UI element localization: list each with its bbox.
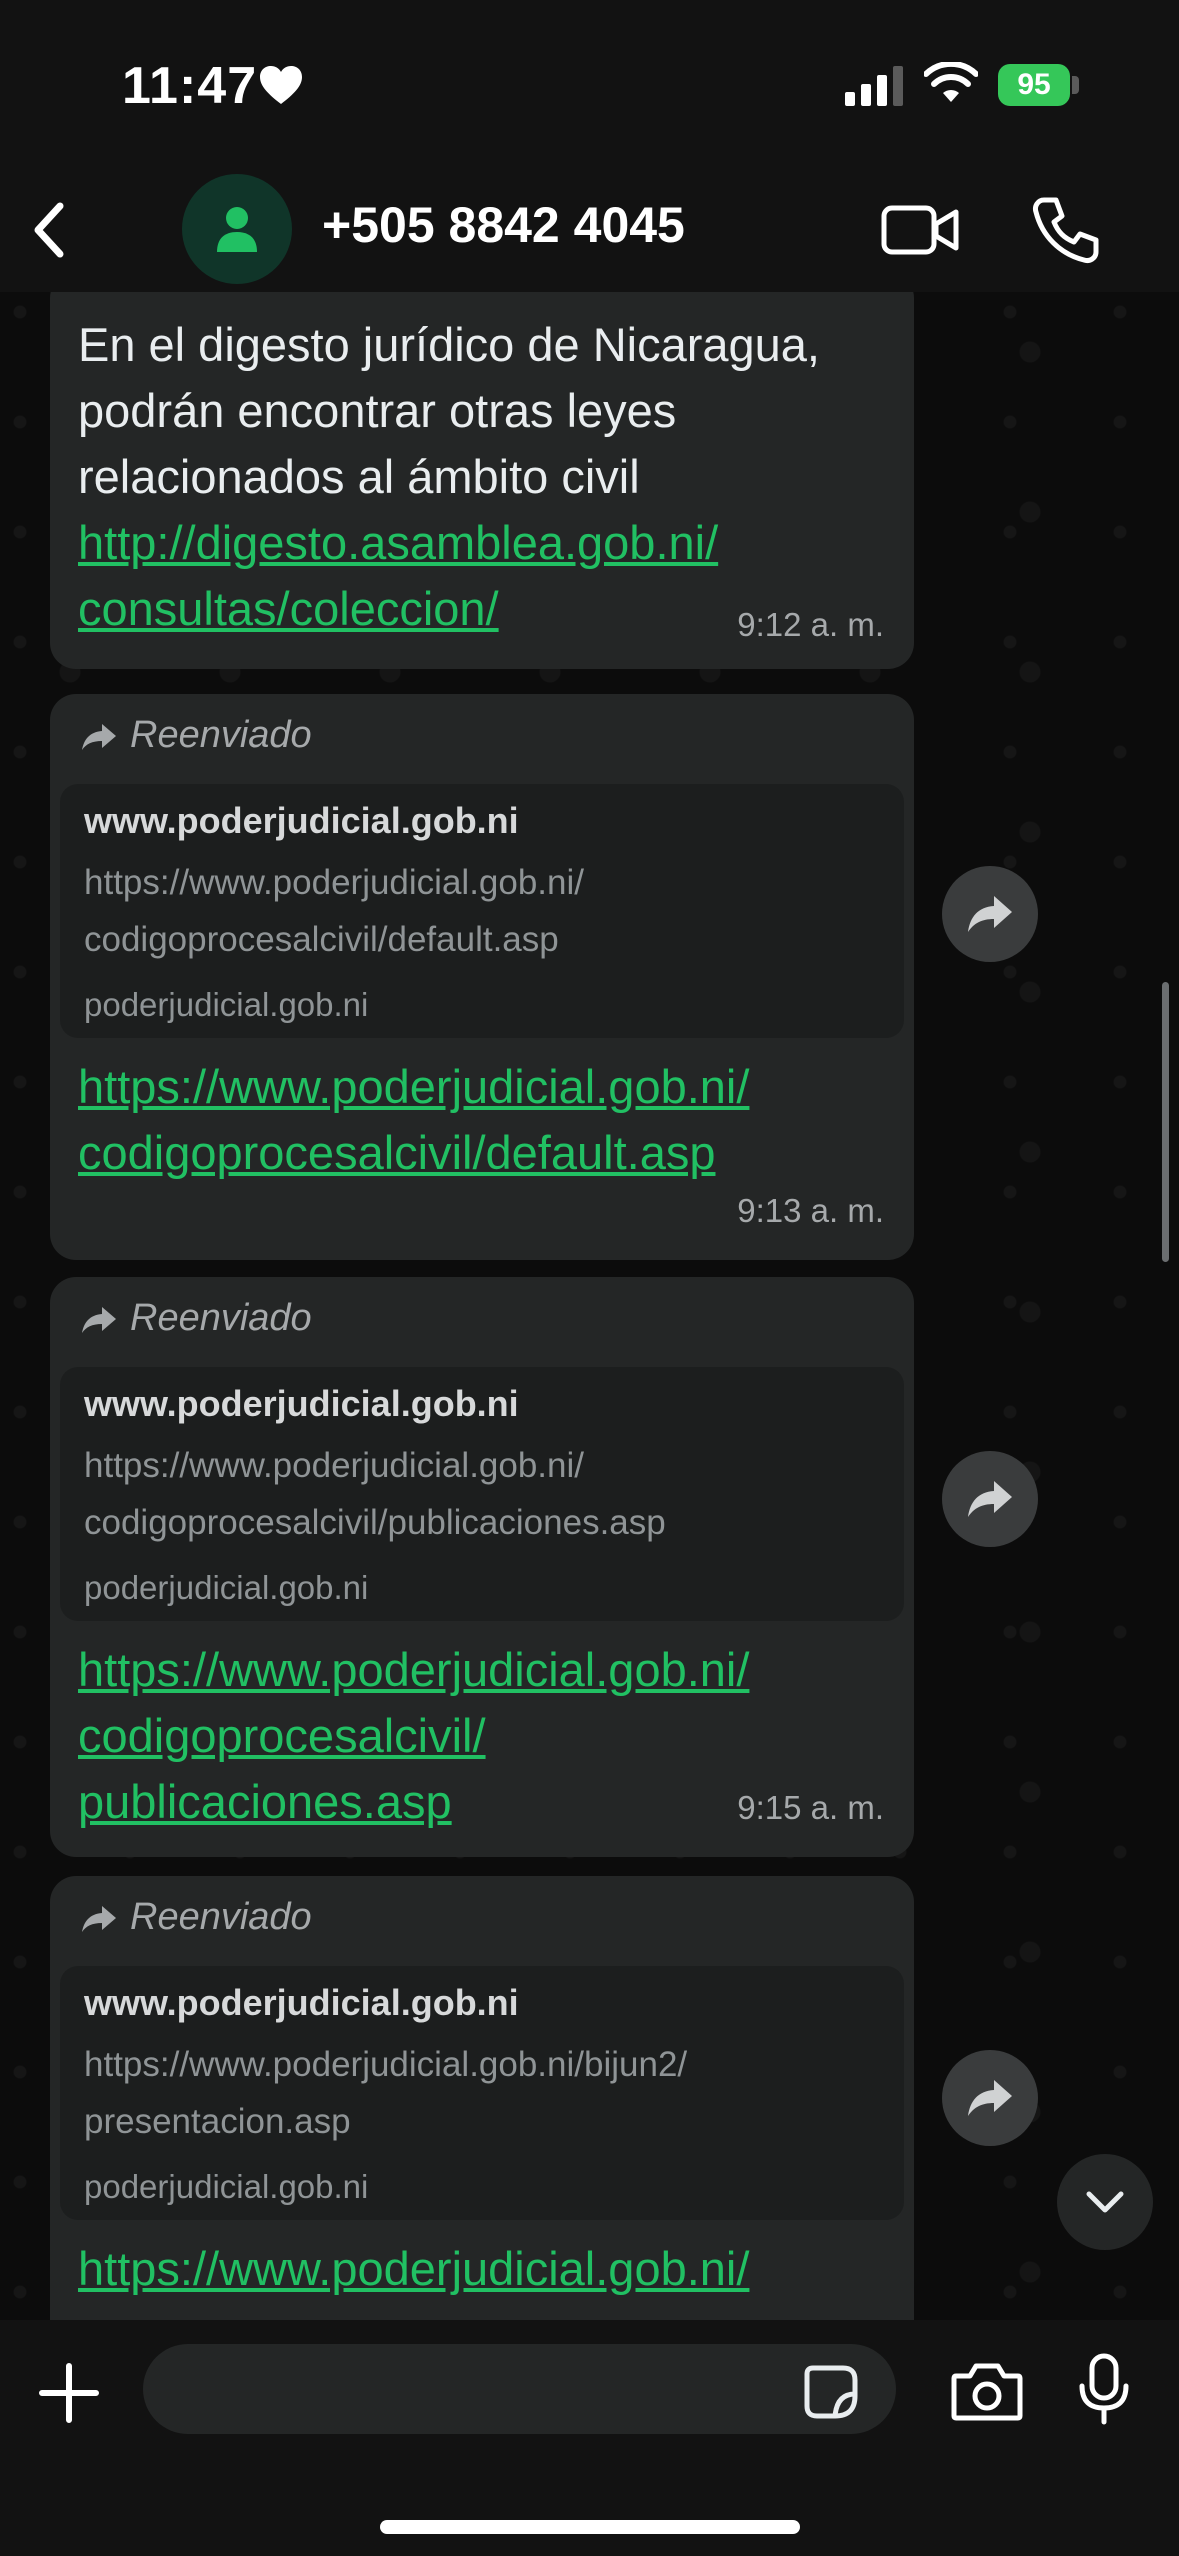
preview-domain: poderjudicial.gob.ni [84,2168,369,2205]
camera-button[interactable] [950,2360,1024,2422]
signal-icon [845,66,903,106]
preview-title: www.poderjudicial.gob.ni [84,1383,519,1424]
preview-title: www.poderjudicial.gob.ni [84,800,519,841]
link-preview[interactable]: www.poderjudicial.gob.ni https://www.pod… [60,1367,904,1621]
chat-area[interactable]: En el digesto jurídico de Nicaragua, pod… [0,292,1179,2320]
preview-domain: poderjudicial.gob.ni [84,986,369,1023]
person-icon [217,207,257,252]
forward-icon [82,1905,116,1932]
forwarded-label: Reenviado [80,1297,312,1340]
message-bubble[interactable]: En el digesto jurídico de Nicaragua, pod… [50,292,914,669]
message-time: 9:12 a. m. [737,606,884,643]
battery-icon: 95 [998,64,1070,106]
phone-call-button[interactable] [1030,194,1102,266]
chevron-down-icon [1086,2191,1124,2213]
status-time: 11:47 [122,57,258,115]
preview-url: https://www.poderjudicial.gob.ni/bijun2/… [84,2045,688,2141]
wifi-icon [924,62,978,102]
forward-button[interactable] [942,1451,1038,1547]
battery-cap [1072,76,1079,94]
share-icon [968,1481,1012,1517]
message-text: En el digesto jurídico de Nicaragua, pod… [78,318,820,503]
scroll-to-bottom-button[interactable] [1057,2154,1153,2250]
message-link[interactable]: https://www.poderjudicial.gob.ni/ [78,2236,898,2302]
forwarded-label: Reenviado [80,714,312,757]
share-icon [968,896,1012,932]
sticker-button[interactable] [803,2364,859,2420]
message-time: 9:15 a. m. [737,1789,884,1826]
preview-url: https://www.poderjudicial.gob.ni/codigop… [84,1446,666,1542]
forward-button[interactable] [942,2050,1038,2146]
avatar[interactable] [182,174,292,284]
forward-icon [82,1306,116,1333]
message-input[interactable] [143,2344,896,2434]
attach-plus-button[interactable] [36,2360,102,2426]
message-bubble[interactable]: Reenviado www.poderjudicial.gob.ni https… [50,1876,914,2320]
message-bubble[interactable]: Reenviado www.poderjudicial.gob.ni https… [50,694,914,1260]
contact-name[interactable]: +505 8842 4045 [322,196,685,254]
scrollbar[interactable] [1162,982,1169,1262]
link-preview[interactable]: www.poderjudicial.gob.ni https://www.pod… [60,784,904,1038]
share-icon [968,2080,1012,2116]
forward-icon [82,723,116,750]
status-bar: 11:47 95 [0,0,1179,170]
forwarded-label: Reenviado [80,1896,312,1939]
microphone-button[interactable] [1076,2352,1132,2426]
home-indicator[interactable] [380,2520,800,2534]
composer-bar [0,2320,1179,2556]
back-button[interactable] [18,194,90,266]
preview-domain: poderjudicial.gob.ni [84,1569,369,1606]
message-link[interactable]: https://www.poderjudicial.gob.ni/codigop… [78,1054,898,1186]
forward-button[interactable] [942,866,1038,962]
preview-title: www.poderjudicial.gob.ni [84,1982,519,2023]
chat-header: +505 8842 4045 [0,170,1179,292]
video-call-button[interactable] [880,194,960,266]
link-preview[interactable]: www.poderjudicial.gob.ni https://www.pod… [60,1966,904,2220]
heart-icon [260,66,302,104]
message-time: 9:13 a. m. [737,1192,884,1229]
message-bubble[interactable]: Reenviado www.poderjudicial.gob.ni https… [50,1277,914,1857]
preview-url: https://www.poderjudicial.gob.ni/codigop… [84,863,584,959]
